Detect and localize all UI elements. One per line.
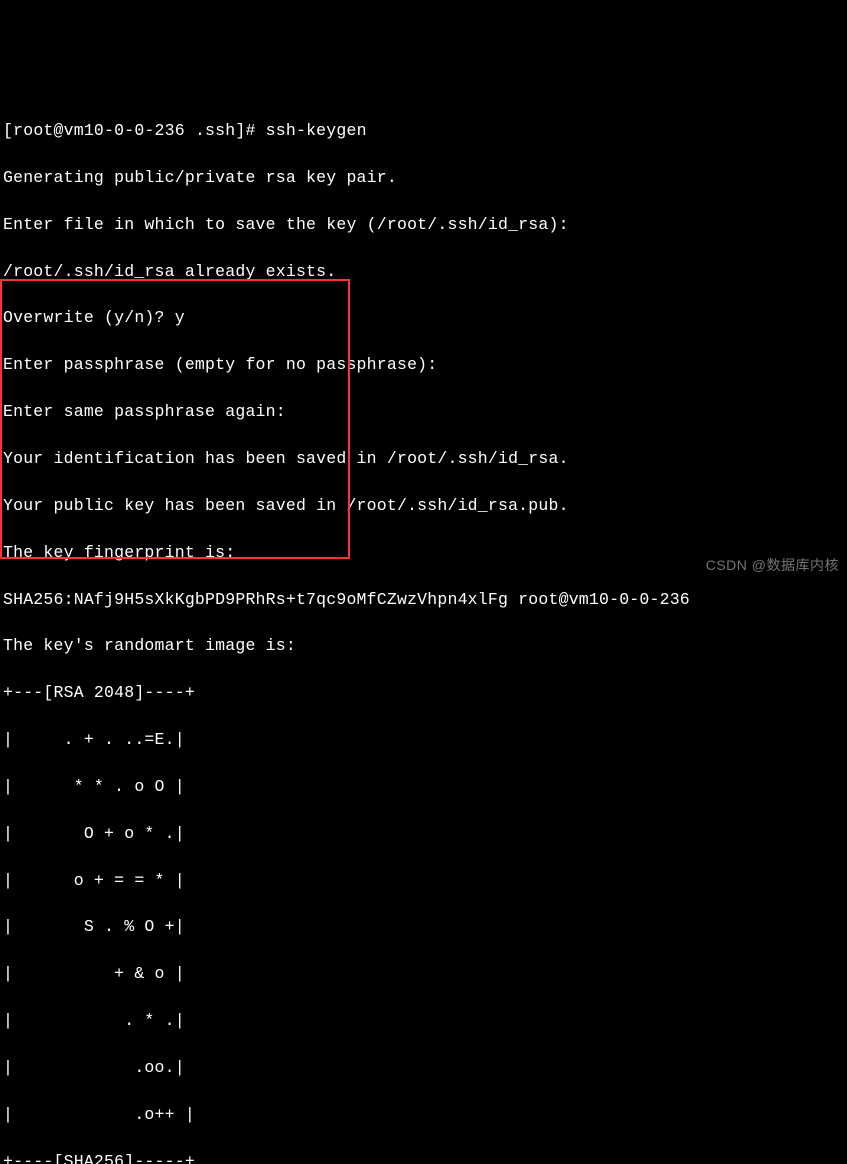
- output-line: Your public key has been saved in /root/…: [3, 494, 844, 517]
- terminal-output[interactable]: [root@vm10-0-0-236 .ssh]# ssh-keygen Gen…: [3, 96, 844, 674]
- randomart-line: | + & o |: [3, 962, 844, 985]
- output-line: Enter passphrase (empty for no passphras…: [3, 353, 844, 376]
- randomart-line: | .o++ |: [3, 1103, 844, 1126]
- randomart-line: | . * .|: [3, 1009, 844, 1032]
- randomart-line: | * * . o O |: [3, 775, 844, 798]
- prompt-line-1: [root@vm10-0-0-236 .ssh]# ssh-keygen: [3, 119, 844, 142]
- randomart-line: +----[SHA256]-----+: [3, 1150, 844, 1164]
- randomart-line: | o + = = * |: [3, 869, 844, 892]
- prompt-userhost: root@vm10-0-0-236 .ssh: [13, 121, 235, 140]
- output-line: Overwrite (y/n)? y: [3, 306, 844, 329]
- output-line: /root/.ssh/id_rsa already exists.: [3, 260, 844, 283]
- output-line: The key's randomart image is:: [3, 634, 844, 657]
- command-text: ssh-keygen: [266, 121, 367, 140]
- watermark-text: CSDN @数据库内核: [706, 556, 839, 576]
- output-line: Generating public/private rsa key pair.: [3, 166, 844, 189]
- randomart-line: | S . % O +|: [3, 915, 844, 938]
- prompt-open: [: [3, 121, 13, 140]
- randomart-line: | O + o * .|: [3, 822, 844, 845]
- output-line: Your identification has been saved in /r…: [3, 447, 844, 470]
- prompt-close: ]#: [235, 121, 265, 140]
- output-line: SHA256:NAfj9H5sXkKgbPD9PRhRs+t7qc9oMfCZw…: [3, 588, 844, 611]
- output-line: Enter same passphrase again:: [3, 400, 844, 423]
- output-line: Enter file in which to save the key (/ro…: [3, 213, 844, 236]
- randomart-line: | . + . ..=E.|: [3, 728, 844, 751]
- randomart-line: | .oo.|: [3, 1056, 844, 1079]
- randomart-line: +---[RSA 2048]----+: [3, 681, 844, 704]
